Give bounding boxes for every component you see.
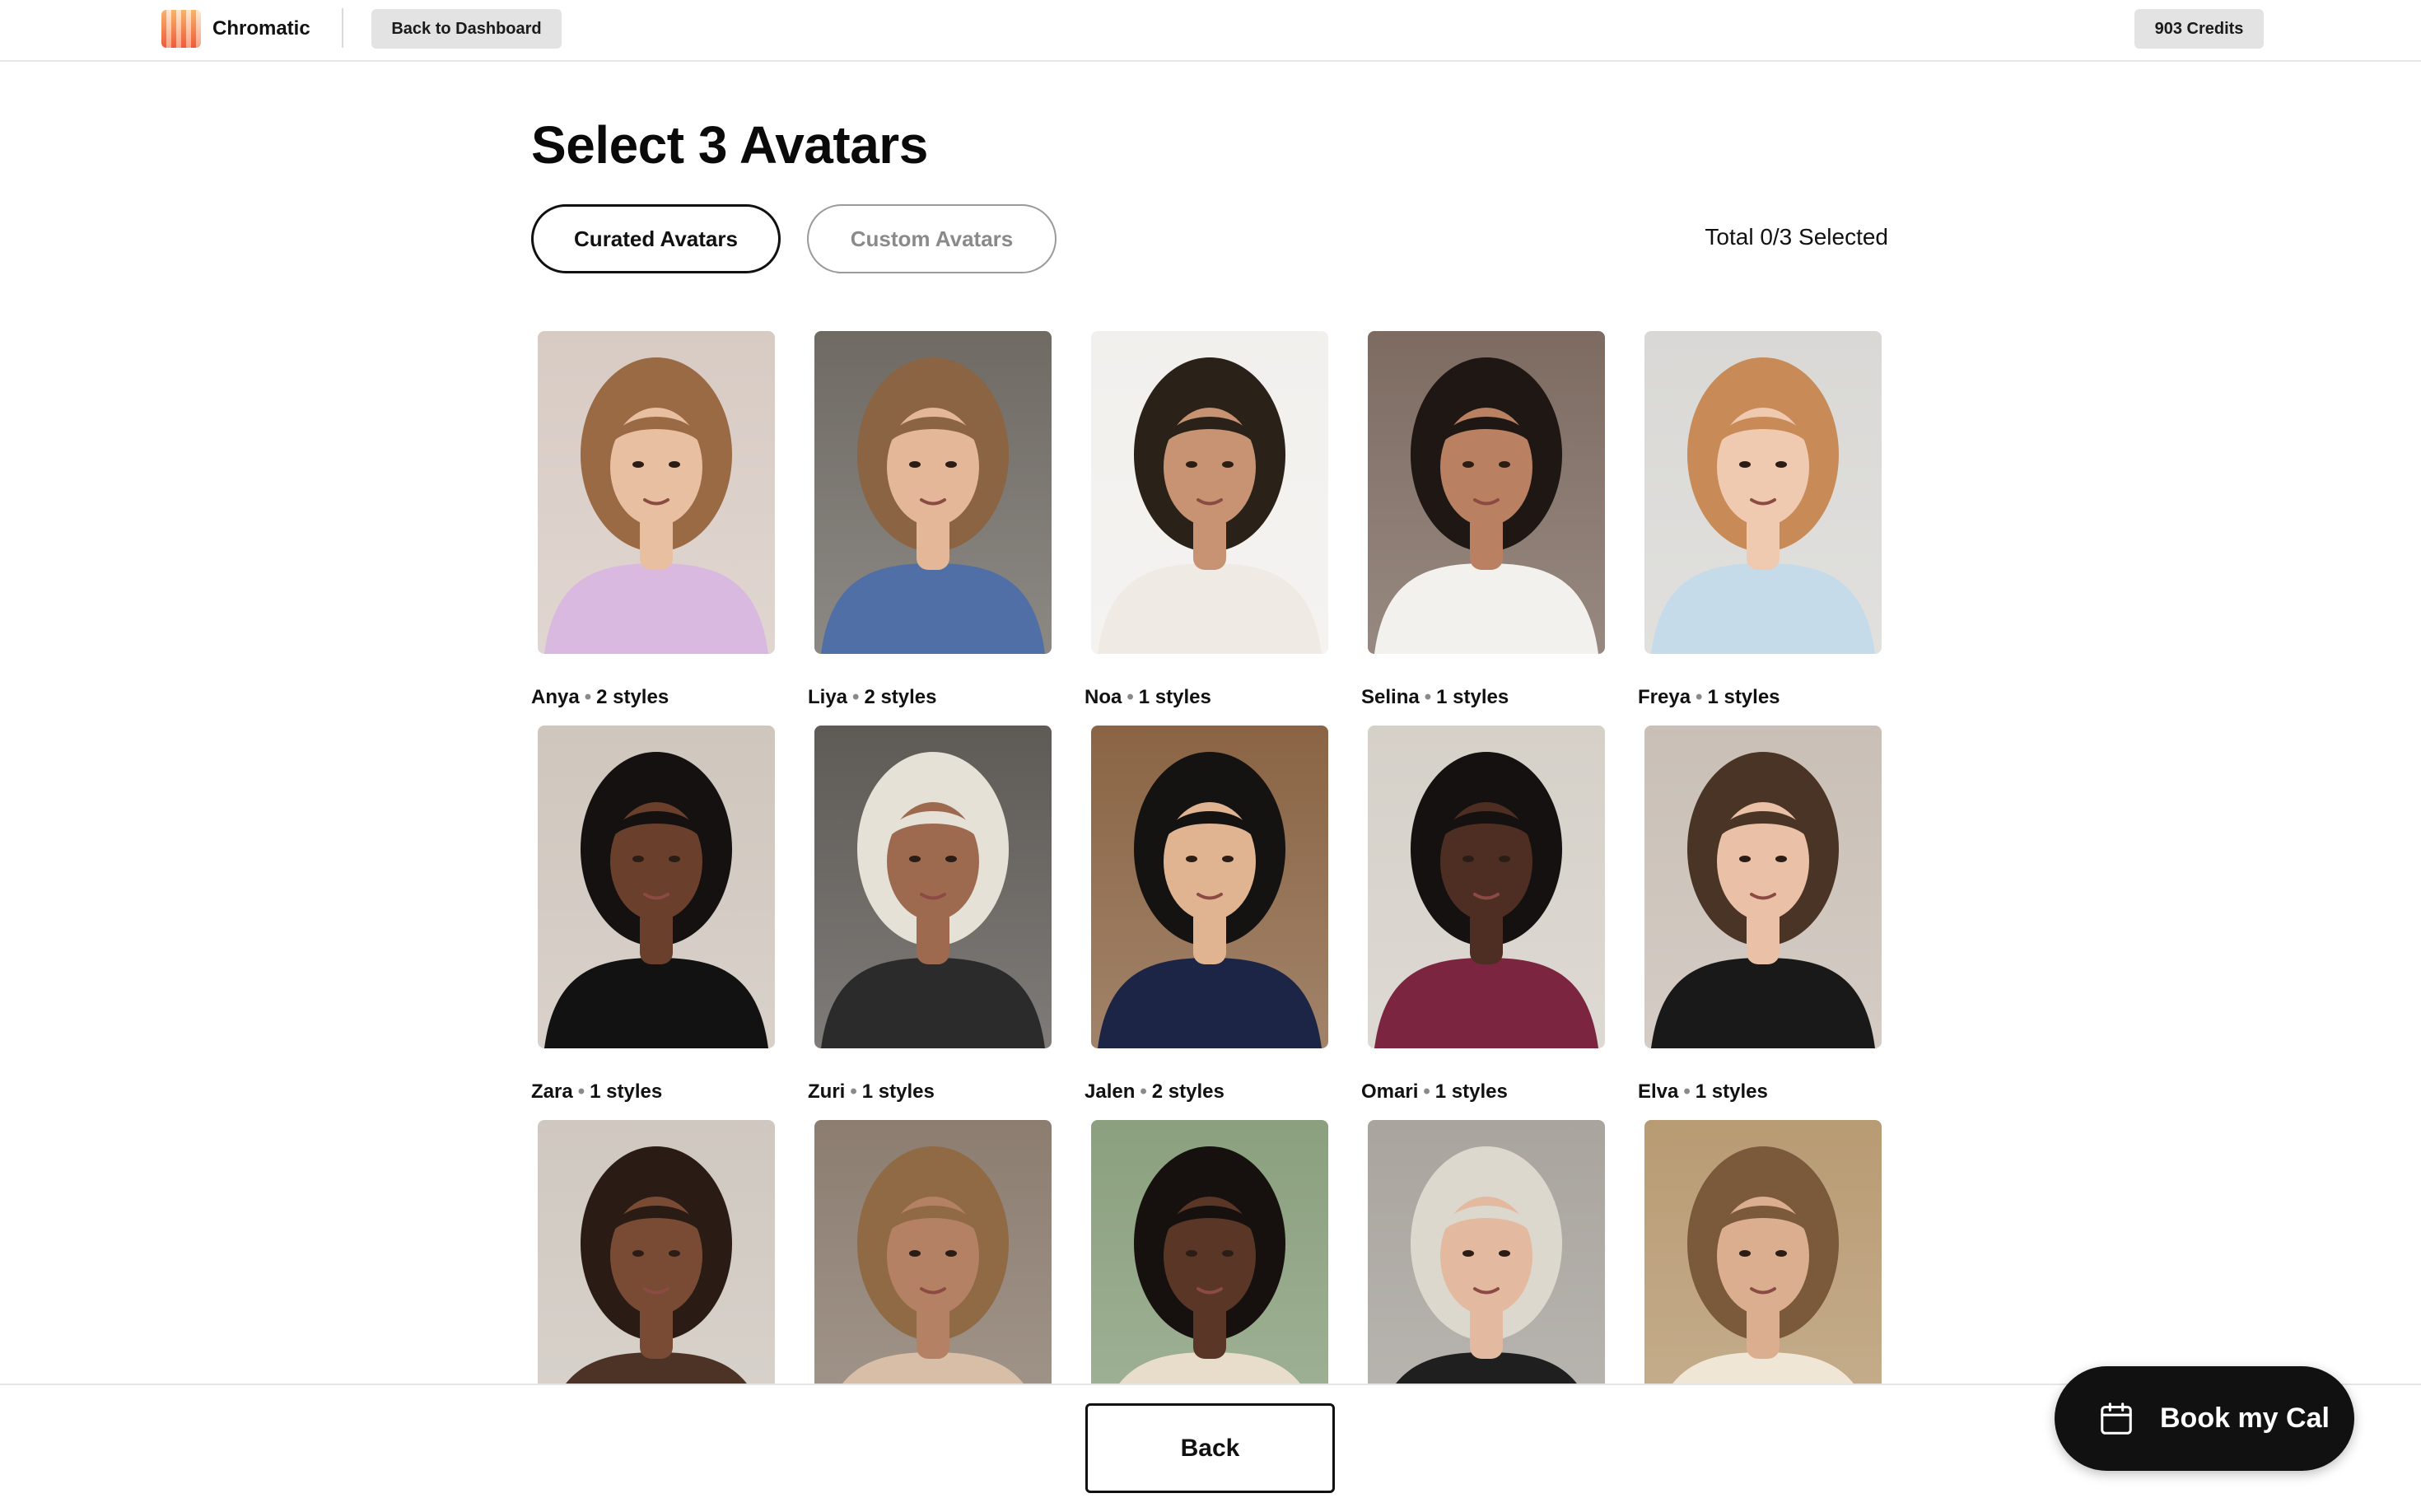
brand-name[interactable]: Chromatic [212, 16, 310, 41]
separator-dot-icon: • [577, 1080, 585, 1103]
top-bar: Chromatic Back to Dashboard 903 Credits [0, 0, 2421, 62]
avatar-name: Noa [1085, 686, 1122, 708]
avatar-caption: Freya • 1 styles [1638, 685, 1780, 710]
avatar-caption: Zara • 1 styles [531, 1080, 662, 1104]
avatar-caption: Anya • 2 styles [531, 685, 669, 710]
avatar-photo[interactable] [1644, 726, 1882, 1048]
avatar-style-count: 1 styles [590, 1080, 663, 1103]
book-my-cal-button[interactable]: Book my Cal [2055, 1366, 2354, 1471]
avatar-photo[interactable] [814, 1120, 1052, 1384]
avatar-name: Freya [1638, 686, 1691, 708]
avatar-photo[interactable] [1644, 331, 1882, 654]
avatar-name: Selina [1361, 686, 1420, 708]
calendar-icon [2101, 1402, 2132, 1435]
separator-dot-icon: • [584, 686, 592, 708]
separator-dot-icon: • [850, 1080, 857, 1103]
avatar-style-count: 1 styles [1436, 686, 1509, 708]
avatar-photo[interactable] [1644, 1120, 1882, 1384]
avatar-photo[interactable] [1368, 726, 1605, 1048]
avatar-style-count: 2 styles [864, 686, 937, 708]
avatar-caption: Noa • 1 styles [1085, 685, 1211, 710]
tab-custom-avatars[interactable]: Custom Avatars [807, 204, 1057, 273]
header-divider [342, 8, 343, 48]
avatar-style-count: 1 styles [1695, 1080, 1768, 1103]
avatar-name: Zara [531, 1080, 573, 1103]
avatar-caption: Elva • 1 styles [1638, 1080, 1768, 1104]
avatar-caption: Jalen • 2 styles [1085, 1080, 1224, 1104]
avatar-name: Zuri [808, 1080, 846, 1103]
avatar-name: Anya [531, 686, 580, 708]
avatar-photo[interactable] [1091, 726, 1328, 1048]
avatar-caption: Zuri • 1 styles [808, 1080, 935, 1104]
credits-badge[interactable]: 903 Credits [2134, 9, 2264, 49]
separator-dot-icon: • [1696, 686, 1703, 708]
avatar-name: Liya [808, 686, 848, 708]
separator-dot-icon: • [1140, 1080, 1147, 1103]
avatar-photo[interactable] [814, 331, 1052, 654]
book-my-cal-label: Book my Cal [2160, 1402, 2330, 1434]
avatar-style-count: 2 styles [1151, 1080, 1224, 1103]
avatar-style-count: 1 styles [861, 1080, 935, 1103]
separator-dot-icon: • [1423, 1080, 1430, 1103]
avatar-photo[interactable] [538, 726, 775, 1048]
avatar-name: Elva [1638, 1080, 1679, 1103]
selection-status: Total 0/3 Selected [1705, 224, 1888, 250]
avatar-grid: Anya • 2 styles Liya • 2 styles Noa • 1 styles Se… [0, 313, 2421, 1384]
avatar-photo[interactable] [1091, 1120, 1328, 1384]
avatar-photo[interactable] [814, 726, 1052, 1048]
avatar-style-count: 1 styles [1434, 1080, 1508, 1103]
separator-dot-icon: • [1683, 1080, 1691, 1103]
separator-dot-icon: • [852, 686, 860, 708]
avatar-style-count: 1 styles [1138, 686, 1211, 708]
avatar-name: Omari [1361, 1080, 1419, 1103]
separator-dot-icon: • [1424, 686, 1432, 708]
avatar-caption: Omari • 1 styles [1361, 1080, 1508, 1104]
chromatic-logo-icon[interactable] [161, 10, 201, 48]
avatar-photo[interactable] [1091, 331, 1328, 654]
avatar-name: Jalen [1085, 1080, 1136, 1103]
avatar-caption: Liya • 2 styles [808, 685, 937, 710]
avatar-style-count: 1 styles [1707, 686, 1780, 708]
back-to-dashboard-button[interactable]: Back to Dashboard [371, 9, 562, 49]
avatar-photo[interactable] [1368, 1120, 1605, 1384]
avatar-photo[interactable] [1368, 331, 1605, 654]
avatar-photo[interactable] [538, 331, 775, 654]
separator-dot-icon: • [1127, 686, 1134, 708]
back-button[interactable]: Back [1085, 1403, 1335, 1493]
tab-curated-avatars[interactable]: Curated Avatars [531, 204, 781, 273]
avatar-style-count: 2 styles [596, 686, 669, 708]
avatar-photo[interactable] [538, 1120, 775, 1384]
avatar-caption: Selina • 1 styles [1361, 685, 1509, 710]
page-title: Select 3 Avatars [531, 115, 928, 175]
